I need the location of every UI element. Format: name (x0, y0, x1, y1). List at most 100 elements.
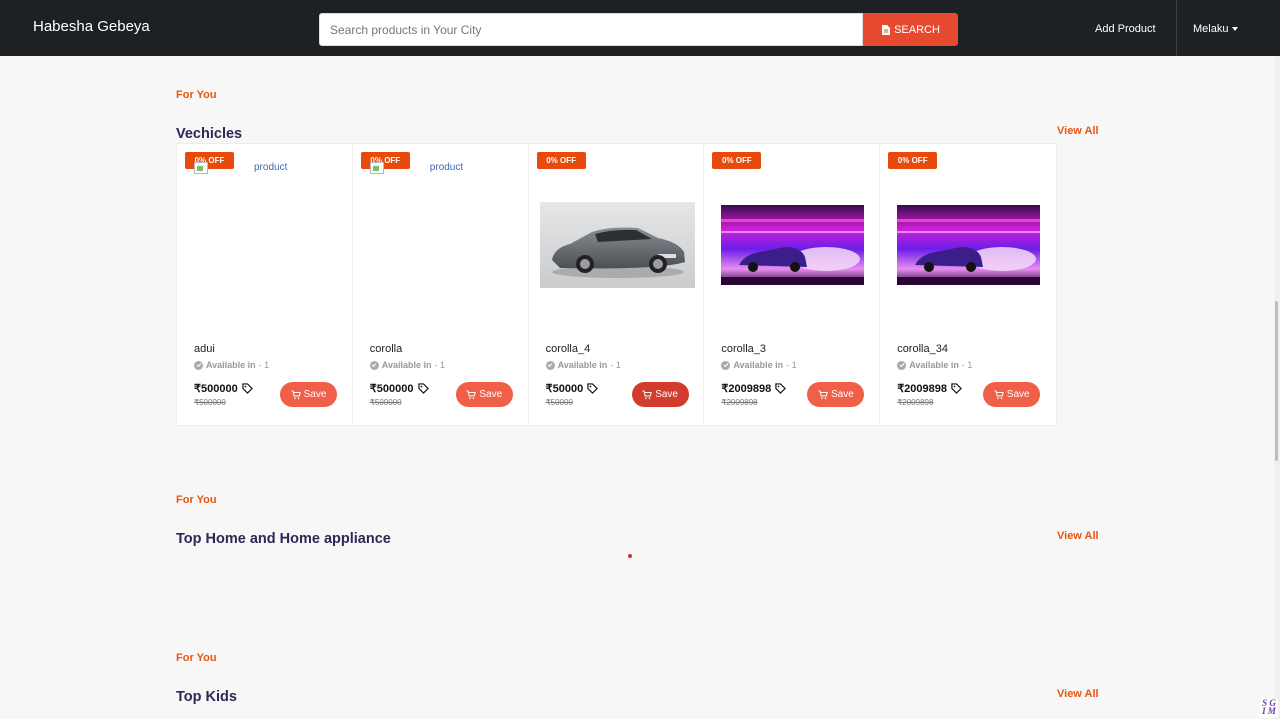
availability: Available in - 1 (545, 360, 621, 370)
save-label: Save (655, 389, 678, 400)
discount-badge: 0% OFF (536, 152, 586, 169)
save-label: Save (303, 389, 327, 400)
cart-icon (642, 390, 653, 399)
old-price: ₹2009898 (897, 398, 934, 407)
neon-car-photo[interactable] (897, 205, 1041, 285)
price-value: ₹500000 (194, 383, 238, 395)
availability-count: - 1 (786, 360, 797, 370)
save-button[interactable]: Save (455, 382, 513, 407)
price: ₹2009898 (897, 382, 962, 395)
product-carousel: 0% OFF product adui Available in - 1 ₹50… (176, 143, 1057, 426)
availability-count: - 1 (610, 360, 621, 370)
save-button[interactable]: Save (807, 382, 865, 407)
availability-label: Available in (733, 360, 784, 370)
availability: Available in - 1 (369, 360, 445, 370)
tag-icon (587, 383, 599, 394)
image-alt-text: product (254, 162, 288, 173)
cart-icon (291, 390, 301, 399)
cart-icon (818, 390, 828, 399)
old-price: ₹500000 (369, 398, 402, 407)
top-navbar: Habesha Gebeya SEARCH Add Product Melaku (0, 0, 1280, 56)
discount-badge: 0% OFF (712, 152, 762, 169)
section-title: Top Home and Home appliance (176, 531, 391, 547)
grey-car-photo[interactable] (539, 202, 695, 288)
product-card[interactable]: 0% OFF corolla_4 Available in - 1 ₹50000… (529, 144, 705, 425)
product-name[interactable]: corolla_34 (897, 343, 948, 355)
product-name[interactable]: corolla_4 (546, 343, 591, 355)
price-value: ₹2009898 (721, 383, 772, 395)
save-button[interactable]: Save (983, 382, 1041, 407)
product-card[interactable]: 0% OFF product adui Available in - 1 ₹50… (177, 144, 353, 425)
product-card[interactable]: 0% OFF corolla_3 Available in - 1 ₹20098… (704, 144, 881, 425)
cart-icon (994, 390, 1004, 399)
availability-label: Available in (557, 360, 608, 370)
tag-icon (775, 383, 787, 394)
check-circle-icon (194, 360, 203, 370)
availability-label: Available in (381, 360, 432, 370)
user-menu-dropdown[interactable]: Melaku (1193, 23, 1239, 35)
price-value: ₹2009898 (897, 383, 948, 395)
price: ₹500000 (370, 382, 429, 395)
document-icon (882, 24, 891, 35)
image-alt-text: product (429, 162, 464, 173)
product-card[interactable]: 0% OFF product corolla Available in - 1 … (353, 144, 529, 425)
discount-badge: 0% OFF (888, 152, 938, 169)
nav-divider (1176, 0, 1177, 56)
page-scrollbar[interactable] (1274, 56, 1280, 719)
availability: Available in - 1 (194, 360, 269, 370)
cart-icon (466, 390, 477, 399)
user-name: Melaku (1193, 23, 1229, 35)
tag-icon (417, 383, 429, 394)
section-title: Top Kids (176, 689, 237, 705)
availability-count: - 1 (961, 360, 973, 370)
price: ₹2009898 (721, 382, 787, 395)
add-product-link[interactable]: Add Product (1095, 23, 1156, 35)
view-all-link[interactable]: View All (1057, 125, 1099, 137)
availability: Available in - 1 (897, 360, 972, 370)
check-circle-icon (897, 360, 907, 370)
price-value: ₹50000 (545, 383, 584, 395)
price: ₹500000 (194, 382, 253, 395)
availability-label: Available in (206, 360, 256, 370)
old-price: ₹2009898 (721, 398, 758, 407)
save-button[interactable]: Save (631, 382, 689, 407)
old-price: ₹500000 (194, 398, 226, 407)
broken-image-icon: product (194, 162, 287, 174)
search-input[interactable] (319, 13, 863, 46)
section-eyebrow: For You (176, 652, 217, 664)
product-name[interactable]: corolla (370, 343, 402, 355)
availability-label: Available in (909, 360, 959, 370)
neon-car-photo[interactable] (721, 205, 865, 285)
section-title: Vechicles (176, 126, 243, 142)
product-name[interactable]: corolla_3 (721, 343, 766, 355)
section-eyebrow: For You (176, 89, 217, 101)
availability-count: - 1 (434, 360, 445, 370)
save-button[interactable]: Save (280, 382, 337, 407)
availability-count: - 1 (258, 360, 270, 370)
check-circle-icon (545, 360, 555, 370)
brand-logo[interactable]: Habesha Gebeya (33, 18, 150, 35)
product-name[interactable]: adui (194, 343, 215, 355)
watermark-logo: S GI M (1260, 699, 1278, 717)
save-label: Save (830, 389, 854, 400)
availability: Available in - 1 (721, 360, 797, 370)
view-all-link[interactable]: View All (1057, 688, 1099, 700)
price-value: ₹500000 (369, 383, 414, 395)
view-all-link[interactable]: View All (1057, 530, 1099, 542)
scrollbar-thumb[interactable] (1275, 301, 1278, 461)
save-label: Save (479, 389, 503, 400)
product-card[interactable]: 0% OFF corolla_34 Available in - 1 ₹2009… (880, 144, 1056, 425)
price: ₹50000 (546, 382, 599, 395)
tag-icon (951, 383, 962, 394)
tag-icon (242, 383, 253, 394)
loading-indicator (628, 554, 632, 558)
old-price: ₹50000 (545, 398, 573, 407)
caret-down-icon (1232, 27, 1239, 31)
check-circle-icon (369, 360, 379, 370)
save-label: Save (1006, 389, 1030, 400)
search-button[interactable]: SEARCH (863, 13, 958, 46)
section-eyebrow: For You (176, 494, 217, 506)
search-button-label: SEARCH (894, 23, 940, 36)
check-circle-icon (721, 360, 731, 370)
broken-image-icon: product (369, 162, 464, 174)
